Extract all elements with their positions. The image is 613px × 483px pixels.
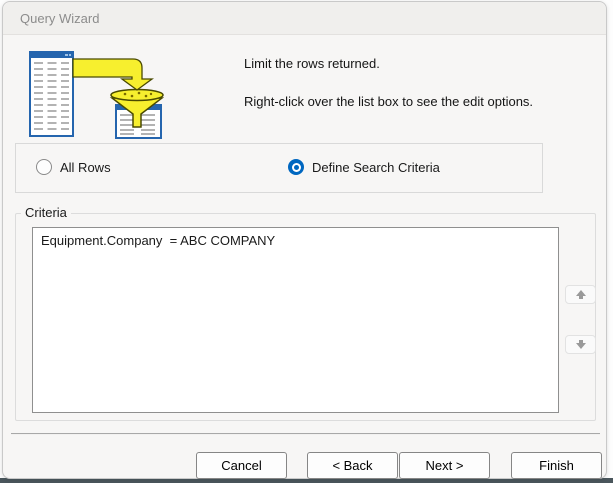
radio-circle-unselected[interactable] — [36, 159, 52, 175]
radio-define-search-criteria-label: Define Search Criteria — [312, 160, 440, 175]
dialog-title: Query Wizard — [20, 2, 99, 35]
cancel-button[interactable]: Cancel — [196, 452, 287, 479]
instruction-line-2: Right-click over the list box to see the… — [244, 94, 533, 109]
criteria-list-item[interactable]: Equipment.Company = ABC COMPANY — [33, 228, 558, 253]
footer-separator — [11, 433, 600, 435]
back-button[interactable]: < Back — [307, 452, 398, 479]
finish-button[interactable]: Finish — [511, 452, 602, 479]
criteria-groupbox-label: Criteria — [21, 205, 71, 220]
move-up-button[interactable] — [565, 285, 596, 304]
flow-arrow — [73, 59, 152, 90]
radio-define-search-criteria[interactable]: Define Search Criteria — [288, 159, 440, 175]
radio-all-rows[interactable]: All Rows — [36, 159, 111, 175]
next-button[interactable]: Next > — [399, 452, 490, 479]
title-bar[interactable]: Query Wizard — [3, 2, 606, 35]
filter-tables-graphic — [29, 51, 164, 146]
row-filter-options-group: All Rows Define Search Criteria — [15, 143, 543, 193]
radio-circle-selected[interactable] — [288, 159, 304, 175]
radio-all-rows-label: All Rows — [60, 160, 111, 175]
arrow-down-icon — [576, 343, 586, 349]
instruction-line-1: Limit the rows returned. — [244, 56, 380, 71]
criteria-listbox[interactable]: Equipment.Company = ABC COMPANY — [32, 227, 559, 413]
criteria-groupbox: Criteria Equipment.Company = ABC COMPANY — [15, 213, 596, 421]
move-down-button[interactable] — [565, 335, 596, 354]
query-wizard-dialog: Query Wizard Limit the rows — [2, 1, 607, 479]
source-table-icon — [30, 52, 73, 136]
